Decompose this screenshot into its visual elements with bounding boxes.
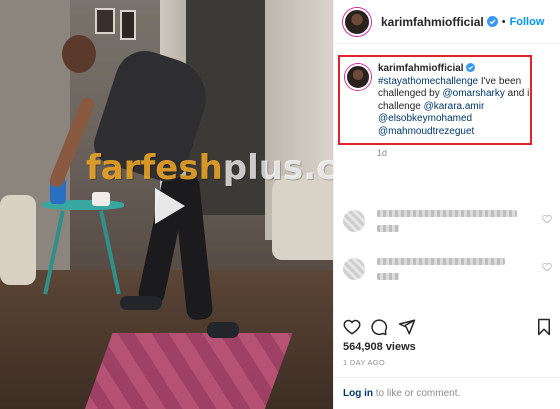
login-prompt: Log in to like or comment. xyxy=(334,377,560,409)
heart-icon[interactable] xyxy=(542,262,552,272)
follow-button[interactable]: Follow xyxy=(510,16,545,28)
heart-icon[interactable] xyxy=(343,318,361,336)
comment-row xyxy=(343,258,505,288)
toilet-roll xyxy=(92,192,110,206)
caption-text: karimfahmiofficial #stayathomechallenge … xyxy=(378,63,530,138)
person-shoe xyxy=(207,322,239,338)
person-shoe xyxy=(120,296,162,310)
separator-dot: • xyxy=(501,15,506,28)
armchair xyxy=(272,175,333,260)
action-bar xyxy=(343,318,555,338)
picture-frame xyxy=(120,10,136,40)
share-icon[interactable] xyxy=(398,318,416,336)
picture-frame xyxy=(95,8,115,34)
comment-text xyxy=(377,210,517,240)
username-link[interactable]: karimfahmiofficial xyxy=(381,15,484,29)
comment-text xyxy=(377,258,505,288)
mention-link[interactable]: @omarsharky xyxy=(443,88,505,99)
heart-icon[interactable] xyxy=(542,214,552,224)
post-video[interactable]: farfeshplus.com xyxy=(0,0,333,409)
caption-highlight-box: karimfahmiofficial #stayathomechallenge … xyxy=(338,55,532,145)
verified-badge-icon xyxy=(465,63,475,72)
login-link[interactable]: Log in xyxy=(343,388,373,399)
comment-row xyxy=(343,210,517,240)
post-header: karimfahmiofficial • Follow xyxy=(334,0,560,44)
mention-link[interactable]: @mahmoudtrezeguet xyxy=(378,126,474,137)
caption-username[interactable]: karimfahmiofficial xyxy=(378,63,464,74)
avatar[interactable] xyxy=(343,7,371,36)
rug xyxy=(83,333,293,409)
post-sidebar: karimfahmiofficial • Follow karimfahmiof… xyxy=(333,0,560,409)
hashtag-link[interactable]: #stayathomechallenge xyxy=(378,76,478,87)
caption-time[interactable]: 1d xyxy=(377,148,387,158)
mention-link[interactable]: @karara.amir xyxy=(424,101,485,112)
armchair xyxy=(0,195,36,285)
post-timestamp: 1 DAY AGO xyxy=(343,358,386,367)
login-prompt-text: to like or comment. xyxy=(373,388,461,399)
verified-badge-icon xyxy=(486,16,498,27)
caption-avatar[interactable] xyxy=(345,64,371,90)
mention-link[interactable]: @elsobkeymohamed xyxy=(378,113,472,124)
view-count[interactable]: 564,908 views xyxy=(343,341,416,353)
play-icon[interactable] xyxy=(143,182,191,230)
comment-avatar xyxy=(343,258,365,280)
person-head xyxy=(62,35,96,73)
comment-avatar xyxy=(343,210,365,232)
comment-icon[interactable] xyxy=(370,318,388,336)
bookmark-icon[interactable] xyxy=(535,318,553,336)
